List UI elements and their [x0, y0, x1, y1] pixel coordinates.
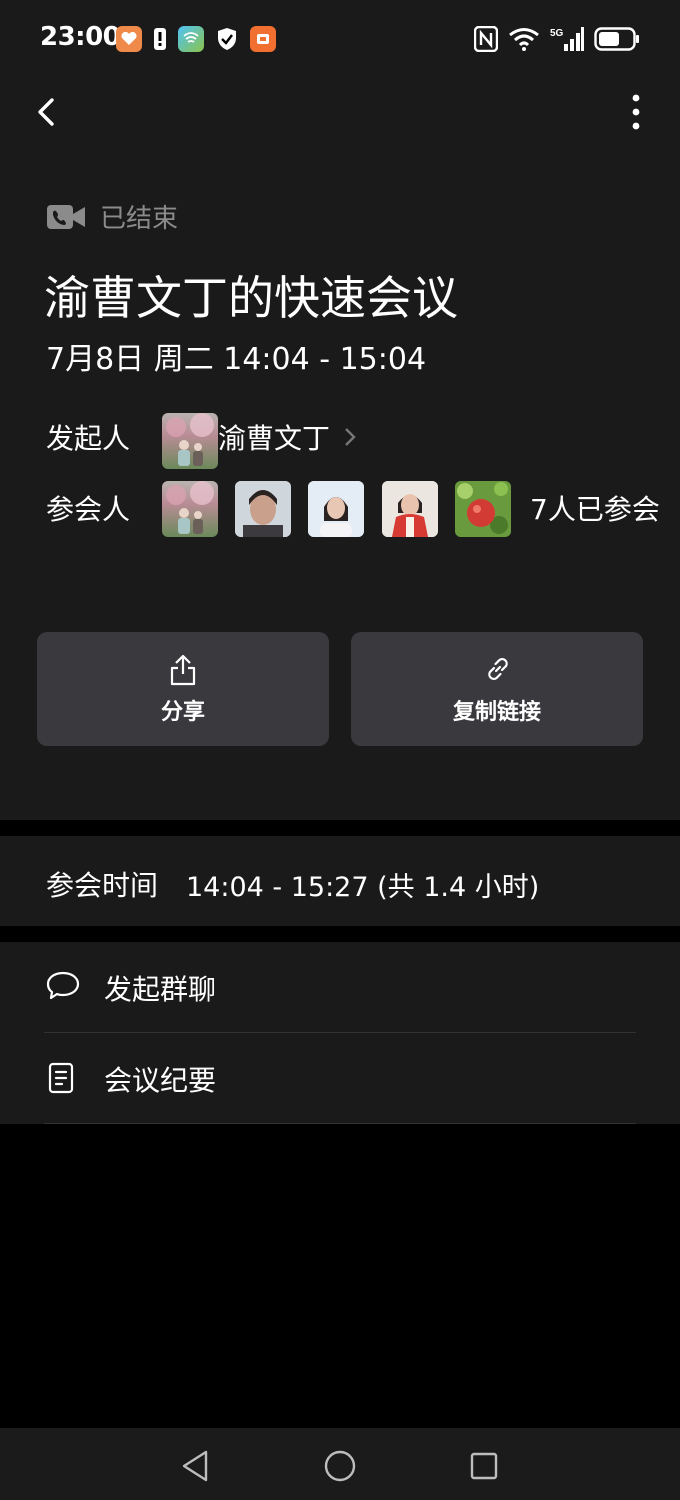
nav-home-button[interactable]	[320, 1446, 360, 1486]
meeting-minutes-label: 会议纪要	[104, 1064, 217, 1097]
participant-avatar[interactable]	[235, 481, 291, 537]
start-group-chat-label: 发起群聊	[104, 973, 217, 1006]
status-bar: 23:00 5G	[0, 0, 680, 80]
meeting-state-label: 已结束	[100, 204, 179, 234]
status-time: 23:00	[40, 22, 121, 52]
wifi-icon	[509, 28, 539, 51]
share-icon	[170, 654, 196, 686]
meeting-minutes-item[interactable]: 会议纪要	[0, 1033, 680, 1123]
participant-avatar[interactable]	[308, 481, 364, 537]
chevron-right-icon	[345, 428, 356, 446]
alert-notification-icon	[152, 26, 168, 52]
more-vertical-icon	[632, 94, 640, 130]
back-button[interactable]	[28, 92, 68, 132]
orange-app-notification-icon	[250, 26, 276, 52]
meeting-state: 已结束	[46, 198, 178, 235]
nav-recents-button[interactable]	[464, 1446, 504, 1486]
document-icon	[48, 1062, 74, 1094]
start-group-chat-item[interactable]: 发起群聊	[0, 942, 680, 1032]
participant-avatar[interactable]	[382, 481, 438, 537]
meeting-title: 渝曹文丁的快速会议	[44, 271, 458, 325]
participant-avatar[interactable]	[162, 481, 218, 537]
battery-icon	[594, 27, 639, 51]
chevron-left-icon	[38, 98, 54, 126]
more-options-button[interactable]	[616, 92, 656, 132]
nfc-icon	[474, 26, 498, 52]
participant-avatar[interactable]	[455, 481, 511, 537]
copy-link-button[interactable]: 复制链接	[351, 632, 643, 746]
svg-text:5G: 5G	[550, 28, 564, 39]
chat-bubble-icon	[46, 971, 80, 1000]
wifi-app-notification-icon	[178, 26, 204, 52]
share-button[interactable]: 分享	[37, 632, 329, 746]
square-recents-icon	[470, 1452, 498, 1480]
organizer-avatar[interactable]	[162, 413, 218, 469]
system-status-icons: 5G	[474, 26, 640, 52]
participants-label: 参会人	[46, 493, 131, 526]
organizer-label: 发起人	[46, 422, 131, 455]
attendance-time-row: 参会时间 14:04 - 15:27 (共 1.4 小时)	[0, 836, 680, 926]
copy-link-label: 复制链接	[452, 700, 541, 725]
video-camera-icon	[47, 204, 85, 229]
list-divider	[44, 1123, 636, 1124]
link-icon	[488, 658, 508, 680]
nav-back-button[interactable]	[176, 1446, 216, 1486]
meeting-actions-list: 发起群聊 会议纪要	[0, 942, 680, 1124]
participant-count[interactable]: 7人已参会	[530, 488, 660, 528]
notification-icons	[116, 26, 276, 52]
system-navigation-bar	[0, 1428, 680, 1500]
cellular-5g-icon: 5G	[550, 27, 584, 51]
app-notification-icon	[116, 26, 142, 52]
attendance-time-label: 参会时间	[46, 869, 159, 902]
share-label: 分享	[160, 700, 205, 725]
circle-home-icon	[324, 1450, 356, 1482]
meeting-datetime: 7月8日 周二 14:04 - 15:04	[46, 342, 427, 377]
attendance-time-value: 14:04 - 15:27 (共 1.4 小时)	[186, 872, 540, 903]
shield-notification-icon	[214, 26, 240, 52]
triangle-back-icon	[182, 1450, 208, 1482]
organizer-name[interactable]: 渝曹文丁	[218, 417, 330, 457]
organizer-chevron[interactable]	[340, 423, 362, 451]
